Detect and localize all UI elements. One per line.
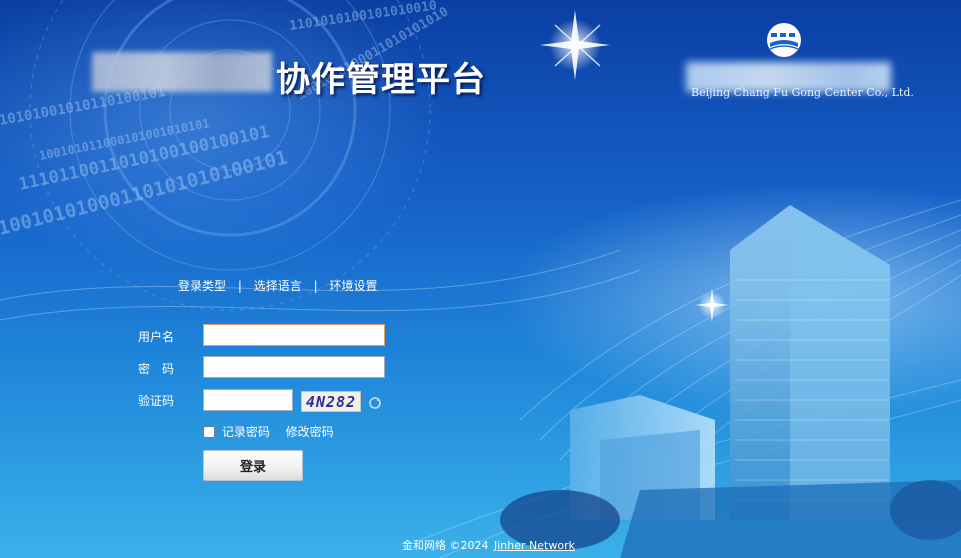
password-input[interactable]	[203, 356, 385, 378]
platform-title: 协作管理平台	[276, 60, 486, 100]
username-input[interactable]	[203, 324, 385, 346]
building-graphic	[500, 205, 961, 558]
login-button[interactable]: 登录	[203, 450, 303, 481]
language-link[interactable]: 选择语言	[254, 279, 302, 293]
change-password-link[interactable]: 修改密码	[286, 425, 334, 439]
refresh-captcha-icon[interactable]	[368, 396, 382, 410]
captcha-input[interactable]	[203, 389, 293, 411]
captcha-text: 4N282	[306, 393, 357, 411]
environment-settings-link[interactable]: 环境设置	[329, 279, 377, 293]
captcha-label: 验证码	[138, 394, 175, 408]
jinher-network-link[interactable]: Jinher Network	[494, 539, 575, 552]
sparkle-graphic	[540, 10, 729, 322]
top-menu: 登录类型 | 选择语言 | 环境设置	[178, 277, 377, 294]
login-type-link[interactable]: 登录类型	[178, 279, 226, 293]
footer: 金和网络 ©2024 Jinher Network	[402, 537, 575, 553]
copyright-text: 金和网络 ©2024	[402, 539, 489, 552]
company-name-english: Beijing Chang Fu Gong Center Co., Ltd.	[691, 86, 914, 99]
captcha-image[interactable]: 4N282	[301, 391, 361, 412]
menu-separator: |	[237, 279, 242, 293]
username-label: 用户名	[138, 330, 175, 344]
menu-separator: |	[313, 279, 318, 293]
company-logo-icon	[767, 23, 801, 57]
password-label: 密 码	[138, 362, 175, 376]
login-page: 1101010100101010010 10101001010110100101…	[0, 0, 961, 558]
remember-row: 记录密码 修改密码	[203, 423, 334, 440]
title-redacted-block	[92, 52, 272, 92]
remember-password-checkbox[interactable]	[203, 426, 215, 438]
remember-password-label[interactable]: 记录密码	[222, 425, 270, 439]
